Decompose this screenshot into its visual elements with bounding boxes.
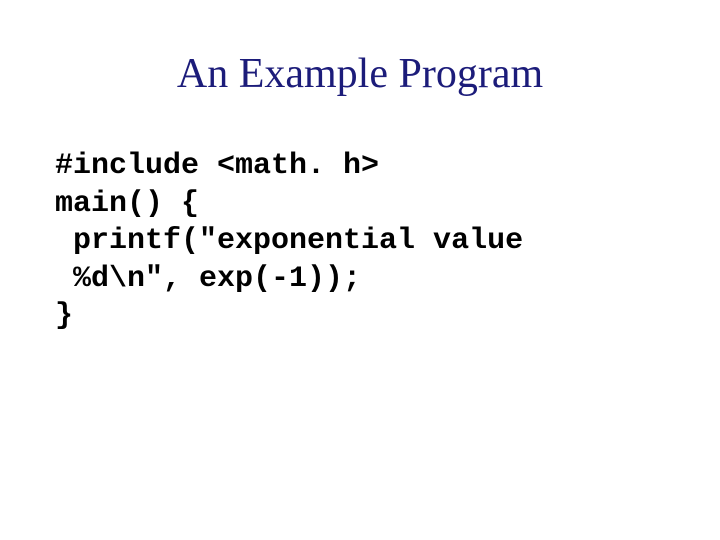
code-line-2: main() {	[55, 187, 199, 221]
slide: An Example Program #include <math. h> ma…	[0, 0, 720, 540]
slide-title: An Example Program	[50, 50, 670, 98]
code-line-4: %d\n", exp(-1));	[55, 262, 361, 296]
code-block: #include <math. h> main() { printf("expo…	[55, 148, 670, 336]
code-line-5: }	[55, 299, 73, 333]
code-line-3: printf("exponential value	[55, 224, 523, 258]
code-line-1: #include <math. h>	[55, 149, 379, 183]
